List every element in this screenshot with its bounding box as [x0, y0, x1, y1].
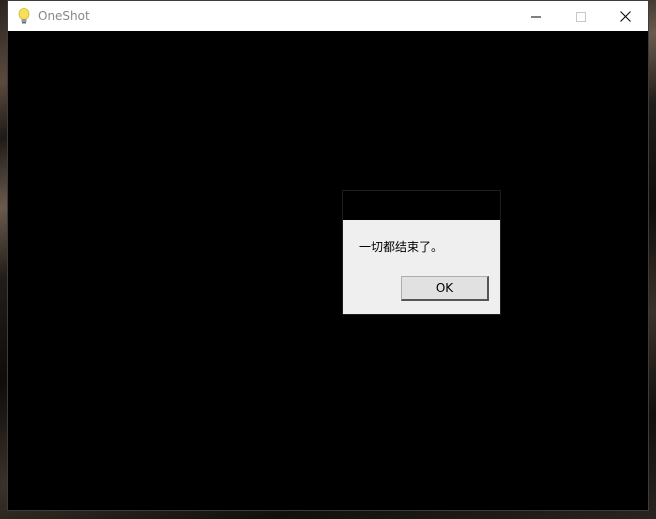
app-window: OneShot 一切都结束了。 OK	[7, 0, 649, 511]
game-viewport[interactable]: 一切都结束了。 OK	[8, 31, 648, 510]
maximize-button[interactable]	[558, 1, 603, 31]
minimize-icon	[530, 7, 541, 26]
window-title: OneShot	[38, 9, 90, 23]
ok-button[interactable]: OK	[401, 276, 489, 301]
dialog-message: 一切都结束了。	[359, 240, 444, 254]
close-button[interactable]	[603, 1, 648, 31]
maximize-icon	[575, 7, 586, 26]
minimize-button[interactable]	[513, 1, 558, 31]
close-icon	[620, 7, 631, 26]
window-controls	[513, 1, 648, 31]
lightbulb-icon	[17, 7, 31, 25]
window-titlebar[interactable]: OneShot	[8, 1, 648, 31]
dialog-titlebar[interactable]	[343, 191, 500, 220]
message-dialog: 一切都结束了。 OK	[342, 190, 501, 315]
